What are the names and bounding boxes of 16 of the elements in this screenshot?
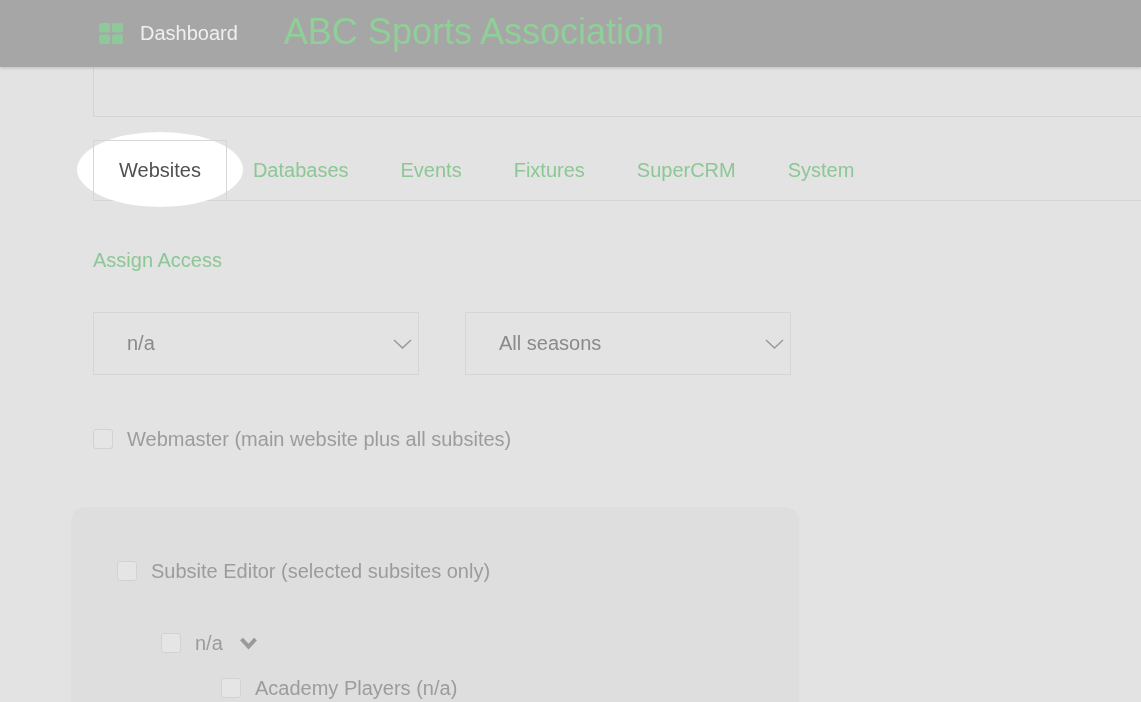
checkbox-label: Academy Players (n/a) xyxy=(255,677,458,699)
chevron-down-icon xyxy=(765,338,784,349)
checkbox-label: Webmaster (main website plus all subsites) xyxy=(127,428,512,450)
dropdown-select[interactable]: n/a xyxy=(93,312,419,375)
dashboard-link[interactable]: Dashboard xyxy=(99,22,238,45)
chevron-down-icon xyxy=(393,338,412,349)
checkbox-label: n/a xyxy=(195,632,223,654)
assign-access-link[interactable]: Assign Access xyxy=(93,249,222,272)
tab[interactable]: Events xyxy=(374,140,488,201)
tab[interactable]: Databases xyxy=(226,140,375,201)
tab[interactable]: Fixtures xyxy=(487,140,611,201)
checkbox-label: Subsite Editor (selected subsites only) xyxy=(151,560,491,582)
grid-icon xyxy=(99,23,123,44)
tab[interactable]: System xyxy=(761,140,881,201)
tab[interactable]: SuperCRM xyxy=(610,140,762,201)
dropdown-select[interactable]: All seasons xyxy=(465,312,791,375)
